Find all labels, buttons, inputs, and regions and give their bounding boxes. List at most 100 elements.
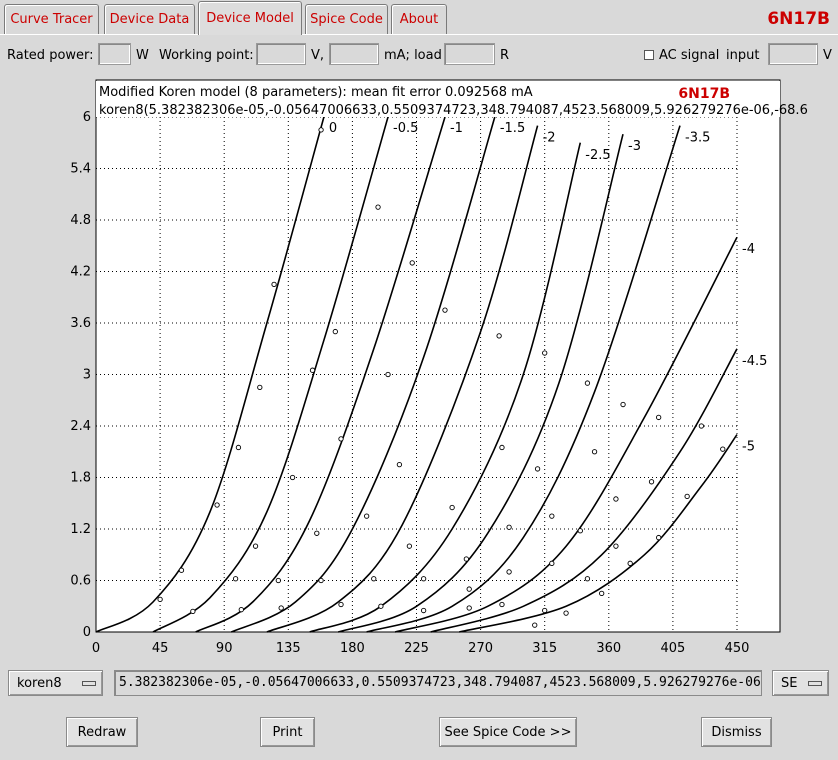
y-tick-label: 2.4 (70, 419, 91, 434)
tab-spice-code[interactable]: Spice Code (305, 4, 388, 34)
measured-point (309, 367, 316, 373)
measured-point (332, 328, 338, 335)
input-voltage-input[interactable] (768, 43, 818, 65)
measured-point (506, 569, 512, 575)
input-label: input (726, 48, 760, 63)
print-button[interactable]: Print (260, 717, 315, 747)
y-tick-label: 1.8 (70, 471, 91, 486)
tab-divider (0, 34, 838, 35)
plot-header-params: koren8(5.382382306e-05,-0.05647006633,0.… (99, 103, 808, 118)
series-label: -1 (450, 121, 463, 136)
measured-point (466, 586, 472, 592)
measured-point (627, 560, 633, 566)
working-point-voltage-unit: V, (311, 48, 325, 63)
y-tick-label: 0.6 (70, 574, 91, 589)
measured-point (449, 504, 455, 511)
measured-point (591, 449, 598, 455)
rated-power-input[interactable] (98, 43, 131, 65)
measured-point (584, 576, 591, 582)
measured-point (396, 461, 403, 468)
input-voltage-unit: V (823, 48, 832, 63)
measured-point (257, 384, 263, 391)
topology-select-arrow-icon (808, 681, 822, 686)
series-label: -4.5 (742, 354, 767, 369)
measured-point (235, 444, 242, 451)
measured-point (278, 605, 284, 611)
series-label: -2.5 (585, 148, 610, 163)
load-unit: R (500, 48, 510, 63)
x-tick-label: 225 (404, 641, 429, 656)
measured-point (656, 534, 662, 541)
measured-point (620, 401, 626, 408)
measured-point (499, 444, 505, 451)
measured-point (563, 610, 569, 616)
measured-point (549, 560, 555, 566)
x-tick-label: 45 (152, 641, 169, 656)
model-parameters-input[interactable]: 5.382382306e-05,-0.05647006633,0.5509374… (114, 670, 762, 696)
tab-device-data[interactable]: Device Data (104, 4, 195, 34)
topology-select[interactable]: SE (772, 670, 829, 696)
measured-point (599, 590, 605, 597)
y-tick-label: 4.8 (70, 213, 91, 228)
series-label: -3 (628, 139, 641, 154)
topology-select-value: SE (781, 675, 798, 691)
measured-point (496, 333, 502, 339)
rated-power-label: Rated power: (7, 48, 94, 63)
measured-point (466, 605, 472, 611)
measured-point (371, 576, 377, 582)
series-label: -3.5 (685, 131, 710, 146)
y-tick-label: 6 (83, 110, 91, 125)
measured-point (238, 607, 244, 613)
measured-point (232, 576, 239, 582)
ac-signal-label: AC signal (659, 48, 720, 63)
measured-point (463, 556, 470, 562)
measured-point (385, 371, 391, 378)
measured-point (499, 601, 505, 608)
x-tick-label: 135 (276, 641, 301, 656)
measured-point (375, 204, 381, 210)
rated-power-unit: W (136, 48, 149, 63)
measured-point (720, 446, 726, 452)
measured-point (542, 350, 548, 356)
ac-signal-checkbox[interactable] (644, 50, 654, 60)
x-tick-label: 315 (532, 641, 557, 656)
tab-curve-tracer[interactable]: Curve Tracer (4, 4, 99, 34)
working-point-voltage-input[interactable] (256, 43, 306, 65)
measured-point (420, 607, 427, 614)
measured-point (613, 496, 619, 502)
model-select[interactable]: koren8 (8, 670, 103, 696)
model-select-value: koren8 (17, 675, 62, 691)
measured-point (271, 281, 277, 288)
measured-point (406, 543, 413, 549)
x-tick-label: 270 (468, 641, 493, 656)
x-tick-label: 90 (216, 641, 233, 656)
measured-point (214, 502, 220, 508)
y-tick-label: 5.4 (70, 162, 91, 177)
redraw-button[interactable]: Redraw (66, 717, 138, 747)
measured-point (577, 528, 583, 534)
y-tick-label: 3 (83, 368, 91, 383)
see-spice-code-button[interactable]: See Spice Code >> (439, 717, 577, 747)
plate-curves-chart: 0 45 90 135 180 225 270 315 360 405 45000.61.21.82… (70, 79, 808, 656)
measured-point (613, 543, 619, 549)
measured-point (409, 260, 415, 266)
x-tick-label: 180 (340, 641, 365, 656)
measured-point (157, 596, 163, 603)
dismiss-button[interactable]: Dismiss (701, 717, 772, 747)
series-label: -0.5 (393, 121, 418, 136)
series-label: -4 (742, 242, 755, 257)
measured-point (534, 466, 541, 472)
load-input[interactable] (444, 43, 495, 65)
measured-point (698, 423, 705, 429)
x-tick-label: 450 (725, 641, 750, 656)
tube-name-title: 6N17B (767, 9, 830, 29)
measured-point (275, 577, 281, 584)
measured-point (338, 436, 344, 442)
measured-point (549, 513, 555, 519)
measured-point (420, 576, 427, 582)
tab-device-model[interactable]: Device Model (198, 1, 302, 35)
y-tick-label: 0 (83, 625, 91, 640)
working-point-current-unit: mA; load (384, 48, 442, 63)
working-point-current-input[interactable] (329, 43, 379, 65)
tab-about[interactable]: About (391, 4, 447, 34)
